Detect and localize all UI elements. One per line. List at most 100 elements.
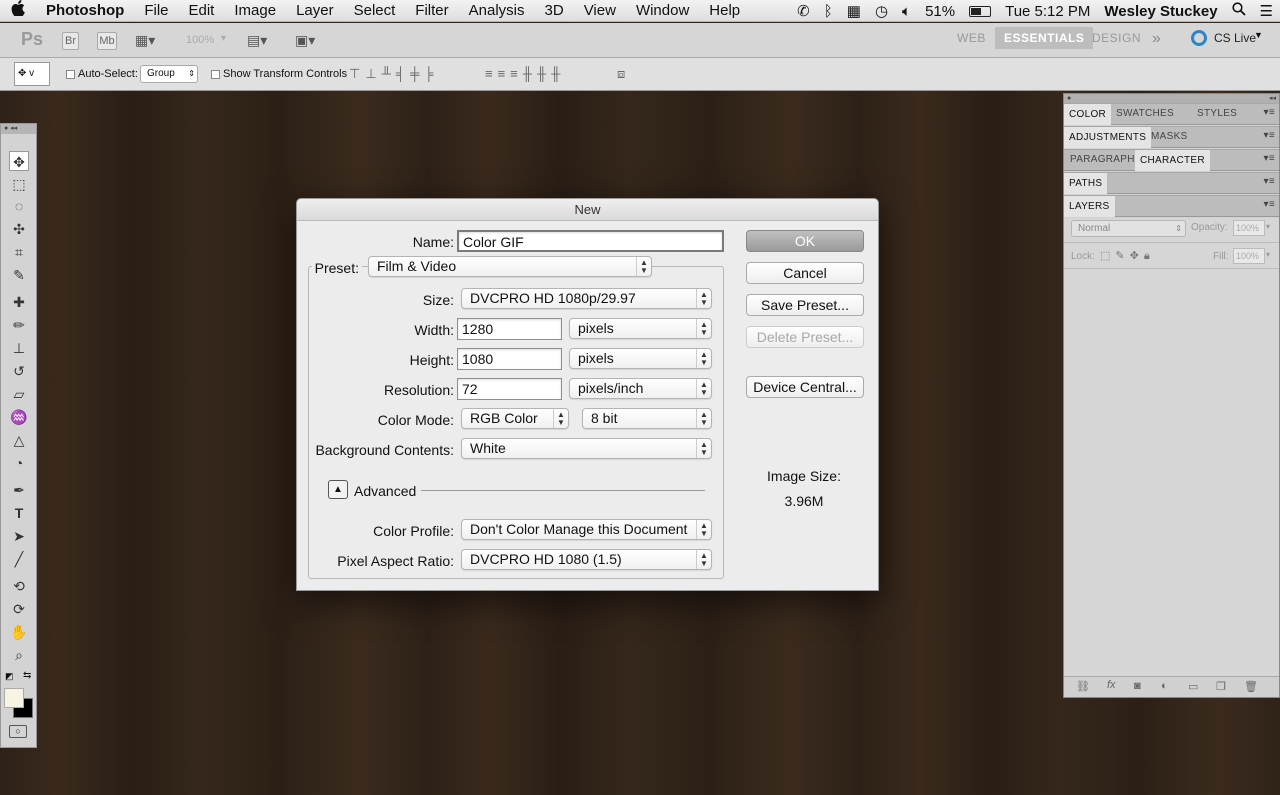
menu-edit[interactable]: Edit bbox=[179, 0, 225, 22]
crop-tool-icon[interactable]: ⌗ bbox=[9, 242, 29, 262]
color-mode-dropdown[interactable]: RGB Color ▲ ▼ bbox=[461, 408, 569, 429]
name-input[interactable]: Color GIF bbox=[457, 230, 724, 252]
clock[interactable]: Tue 5:12 PM bbox=[998, 3, 1097, 20]
panel-menu-icon[interactable]: ▾≡ bbox=[1264, 130, 1275, 141]
menu-view[interactable]: View bbox=[574, 0, 626, 22]
workspace-design[interactable]: DESIGN bbox=[1092, 31, 1141, 45]
zoom-level[interactable]: 100% bbox=[186, 34, 214, 46]
cs-live-dropdown-icon[interactable]: ▼ bbox=[1254, 30, 1263, 40]
save-preset-button[interactable]: Save Preset... bbox=[746, 294, 864, 316]
healing-brush-tool-icon[interactable]: ✚ bbox=[9, 292, 29, 312]
paint-bucket-tool-icon[interactable]: ♒ bbox=[9, 407, 29, 427]
phone-icon[interactable]: ✆ bbox=[790, 2, 817, 20]
link-layers-icon[interactable]: ⛓ bbox=[1076, 680, 1090, 693]
menu-3d[interactable]: 3D bbox=[535, 0, 574, 22]
mini-bridge-button[interactable]: Mb bbox=[97, 32, 117, 50]
bit-depth-dropdown[interactable]: 8 bit ▲ ▼ bbox=[582, 408, 712, 429]
align-icons[interactable]: ⊤⊥╨╡╪╞ bbox=[349, 66, 439, 82]
line-tool-icon[interactable]: ╱ bbox=[9, 549, 29, 569]
marquee-tool-icon[interactable]: ⬚ bbox=[9, 174, 29, 194]
auto-align-icon[interactable]: ⧈ bbox=[617, 66, 625, 82]
cs-live-icon[interactable] bbox=[1191, 30, 1207, 46]
menu-app-name[interactable]: Photoshop bbox=[36, 0, 134, 22]
tab-layers[interactable]: LAYERS bbox=[1064, 196, 1115, 217]
auto-select-checkbox[interactable] bbox=[66, 70, 75, 79]
tab-paragraph[interactable]: PARAGRAPH bbox=[1070, 154, 1135, 165]
menu-help[interactable]: Help bbox=[699, 0, 750, 22]
panel-menu-icon[interactable]: ▾≡ bbox=[1264, 107, 1275, 118]
color-profile-dropdown[interactable]: Don't Color Manage this Document ▲ ▼ bbox=[461, 519, 712, 540]
path-selection-tool-icon[interactable]: ➤ bbox=[9, 526, 29, 546]
new-group-icon[interactable]: ▭ bbox=[1188, 680, 1198, 693]
keyboard-icon[interactable]: ▦ bbox=[840, 2, 868, 20]
resolution-input[interactable]: 72 bbox=[457, 378, 562, 400]
3d-rotate-tool-icon[interactable]: ⟲ bbox=[9, 576, 29, 596]
panel-menu-icon[interactable]: ▾≡ bbox=[1264, 176, 1275, 187]
fill-arrow-icon[interactable]: ▾ bbox=[1266, 250, 1270, 259]
panel-menu-icon[interactable]: ▾≡ bbox=[1264, 153, 1275, 164]
lasso-tool-icon[interactable]: ◌ bbox=[9, 196, 29, 216]
view-extras-icon[interactable]: ▦▾ bbox=[135, 32, 155, 49]
arrange-documents-icon[interactable]: ▤▾ bbox=[247, 32, 267, 49]
width-unit-dropdown[interactable]: pixels ▲ ▼ bbox=[569, 318, 712, 339]
transform-controls-checkbox[interactable] bbox=[211, 70, 220, 79]
tab-swatches[interactable]: SWATCHES bbox=[1116, 108, 1174, 119]
tab-adjustments[interactable]: ADJUSTMENTS bbox=[1064, 127, 1152, 148]
more-workspaces-icon[interactable]: » bbox=[1152, 30, 1161, 48]
swap-colors-icon[interactable]: ⇆ bbox=[23, 670, 31, 681]
tab-color[interactable]: COLOR bbox=[1064, 104, 1112, 125]
screen-mode-icon[interactable]: ▣▾ bbox=[295, 32, 315, 49]
menu-layer[interactable]: Layer bbox=[286, 0, 344, 22]
size-dropdown[interactable]: DVCPRO HD 1080p/29.97 ▲ ▼ bbox=[461, 288, 712, 309]
width-input[interactable]: 1280 bbox=[457, 318, 562, 340]
eraser-tool-icon[interactable]: ▱ bbox=[9, 384, 29, 404]
history-brush-tool-icon[interactable]: ↺ bbox=[9, 361, 29, 381]
pixel-aspect-ratio-dropdown[interactable]: DVCPRO HD 1080 (1.5) ▲ ▼ bbox=[461, 549, 712, 570]
tab-styles[interactable]: STYLES bbox=[1197, 108, 1237, 119]
foreground-color-swatch[interactable] bbox=[4, 688, 24, 708]
menu-filter[interactable]: Filter bbox=[405, 0, 458, 22]
tool-preset-picker[interactable]: ✥ v bbox=[14, 62, 50, 86]
zoom-tool-icon[interactable]: ⌕ bbox=[9, 645, 29, 665]
height-unit-dropdown[interactable]: pixels ▲ ▼ bbox=[569, 348, 712, 369]
tab-character[interactable]: CHARACTER bbox=[1135, 150, 1210, 171]
ok-button[interactable]: OK bbox=[746, 230, 864, 252]
lock-icons[interactable]: ⬚✎✥🔒︎ bbox=[1100, 249, 1155, 263]
blur-tool-icon[interactable]: △ bbox=[9, 430, 29, 450]
dodge-tool-icon[interactable]: ◔ bbox=[9, 453, 29, 473]
bluetooth-icon[interactable]: ᛒ bbox=[817, 3, 840, 20]
preset-dropdown[interactable]: Film & Video ▲ ▼ bbox=[368, 256, 652, 277]
type-tool-icon[interactable]: T bbox=[9, 503, 29, 523]
layer-style-icon[interactable]: fx bbox=[1107, 679, 1116, 691]
delete-layer-icon[interactable]: 🗑︎ bbox=[1244, 680, 1258, 693]
adjustment-layer-icon[interactable]: ◐ bbox=[1161, 680, 1168, 692]
tab-masks[interactable]: MASKS bbox=[1151, 131, 1188, 142]
advanced-toggle-button[interactable]: ▲ bbox=[328, 480, 348, 499]
tab-paths[interactable]: PATHS bbox=[1064, 173, 1108, 194]
quick-mask-icon[interactable]: ○ bbox=[9, 725, 27, 738]
bridge-button[interactable]: Br bbox=[62, 32, 79, 50]
device-central-button[interactable]: Device Central... bbox=[746, 376, 864, 398]
notification-center-icon[interactable]: ☰ bbox=[1253, 2, 1280, 20]
menu-image[interactable]: Image bbox=[224, 0, 286, 22]
volume-icon[interactable]: 🔈︎ bbox=[895, 3, 918, 20]
battery-percent[interactable]: 51% bbox=[918, 3, 962, 20]
eyedropper-tool-icon[interactable]: ✎ bbox=[9, 265, 29, 285]
default-colors-icon[interactable]: ◩ bbox=[5, 671, 14, 682]
menu-select[interactable]: Select bbox=[344, 0, 406, 22]
clone-stamp-tool-icon[interactable]: ⊥ bbox=[9, 338, 29, 358]
height-input[interactable]: 1080 bbox=[457, 348, 562, 370]
workspace-web[interactable]: WEB bbox=[957, 31, 986, 45]
spotlight-icon[interactable] bbox=[1225, 2, 1253, 20]
hand-tool-icon[interactable]: ✋ bbox=[9, 622, 29, 642]
workspace-essentials[interactable]: ESSENTIALS bbox=[995, 27, 1094, 49]
auto-select-dropdown[interactable]: Group ⇕ bbox=[140, 65, 198, 83]
menu-file[interactable]: File bbox=[134, 0, 178, 22]
move-tool-icon[interactable]: ✥ bbox=[9, 151, 29, 171]
background-contents-dropdown[interactable]: White ▲ ▼ bbox=[461, 438, 712, 459]
cancel-button[interactable]: Cancel bbox=[746, 262, 864, 284]
distribute-icons[interactable]: ≡≡≡╫╫╫ bbox=[485, 66, 565, 81]
opacity-field[interactable]: 100% bbox=[1233, 220, 1265, 236]
time-machine-icon[interactable]: ◷ bbox=[868, 2, 895, 20]
fill-field[interactable]: 100% bbox=[1233, 248, 1265, 264]
